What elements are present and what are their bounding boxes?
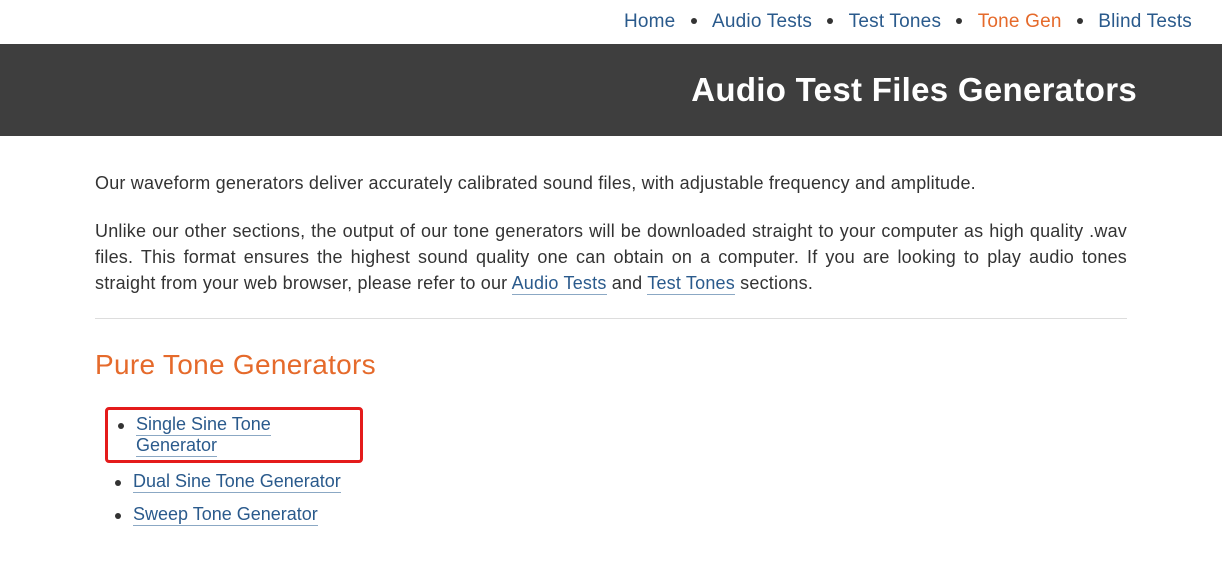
nav-tone-gen[interactable]: Tone Gen <box>978 11 1062 32</box>
intro-paragraph-1: Our waveform generators deliver accurate… <box>95 170 1127 196</box>
list-item: Dual Sine Tone Generator <box>105 467 1127 496</box>
page-banner: Audio Test Files Generators <box>0 44 1222 136</box>
link-test-tones[interactable]: Test Tones <box>647 273 735 295</box>
list-item: Single Sine Tone Generator <box>105 407 363 463</box>
bullet-icon <box>827 18 833 24</box>
intro-paragraph-2: Unlike our other sections, the output of… <box>95 218 1127 296</box>
link-sweep[interactable]: Sweep Tone Generator <box>133 504 318 526</box>
main-content: Our waveform generators deliver accurate… <box>0 136 1222 573</box>
list-item: Sweep Tone Generator <box>105 500 1127 529</box>
nav-blind-tests[interactable]: Blind Tests <box>1098 11 1192 32</box>
nav-test-tones[interactable]: Test Tones <box>849 11 941 32</box>
divider <box>95 318 1127 319</box>
link-single-sine[interactable]: Single Sine Tone Generator <box>136 414 271 457</box>
top-nav: Home Audio Tests Test Tones Tone Gen Bli… <box>0 0 1222 44</box>
intro-text: and <box>607 273 648 293</box>
generator-list: Single Sine Tone Generator Dual Sine Ton… <box>95 407 1127 529</box>
section-title: Pure Tone Generators <box>95 349 1127 381</box>
bullet-icon <box>1077 18 1083 24</box>
link-dual-sine[interactable]: Dual Sine Tone Generator <box>133 471 341 493</box>
intro-text: sections. <box>735 273 813 293</box>
link-audio-tests[interactable]: Audio Tests <box>512 273 607 295</box>
bullet-icon <box>691 18 697 24</box>
nav-home[interactable]: Home <box>624 11 675 32</box>
bullet-icon <box>956 18 962 24</box>
page-title: Audio Test Files Generators <box>10 71 1137 109</box>
nav-audio-tests[interactable]: Audio Tests <box>712 11 812 32</box>
